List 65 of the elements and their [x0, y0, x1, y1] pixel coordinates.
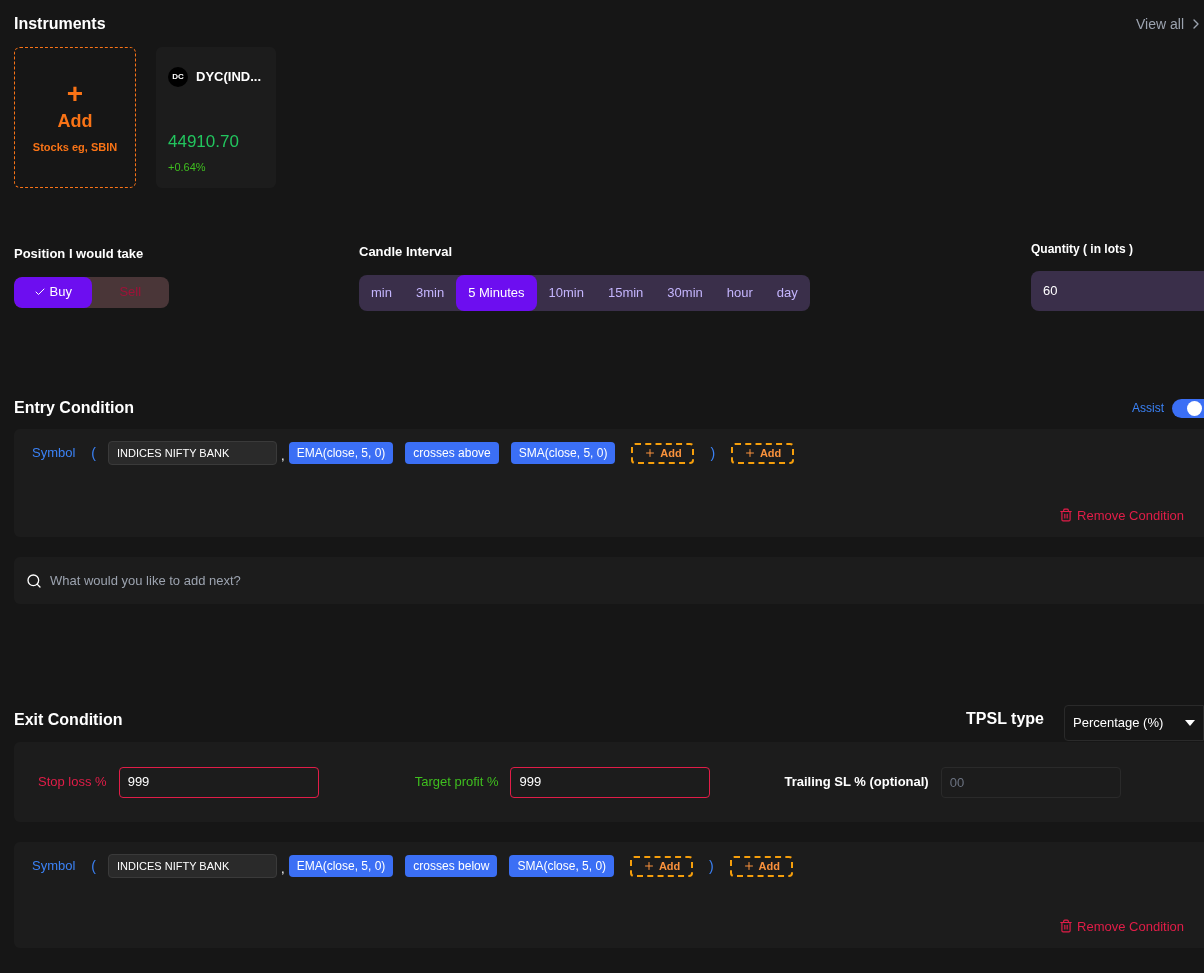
quantity-input[interactable]: 60	[1031, 271, 1204, 311]
parenthesis: (	[91, 856, 97, 876]
field-label: Candle Interval	[359, 243, 454, 261]
section-title: Exit Condition	[14, 710, 123, 730]
plus-icon	[742, 860, 755, 872]
symbol-field[interactable]: INDICES NIFTY BANK	[108, 441, 278, 465]
add-instrument-card[interactable]: + Add Stocks eg, SBIN	[14, 47, 136, 188]
target-profit-input[interactable]: 999	[510, 766, 711, 798]
remove-condition-button[interactable]: Remove Condition	[1059, 505, 1184, 525]
interval-tab[interactable]: 15min	[595, 274, 656, 311]
add-button[interactable]: Add	[731, 442, 795, 464]
tpsl-type-dropdown[interactable]: Percentage (%)	[1064, 705, 1204, 741]
assist-label: Assist	[1132, 400, 1164, 417]
caret-icon	[1185, 720, 1195, 726]
add-button[interactable]: Add	[631, 442, 695, 464]
tpsl-type-label: TPSL type	[966, 709, 1044, 729]
symbol-label: Symbol	[32, 857, 76, 876]
interval-tab[interactable]: 10min	[536, 274, 596, 311]
parenthesis: )	[709, 856, 714, 876]
comma: ,	[281, 859, 285, 878]
check-icon	[33, 286, 46, 298]
interval-tab[interactable]: day	[764, 274, 810, 311]
comma: ,	[281, 446, 285, 465]
instrument-card[interactable]: DC DYC(IND... 44910.70 +0.64%	[156, 47, 276, 188]
condition-chip[interactable]: crosses above	[405, 442, 499, 464]
instrument-logo: DC	[168, 67, 188, 87]
instrument-price: 44910.70	[168, 131, 240, 153]
trailing-sl-label: Trailing SL % (optional)	[784, 773, 929, 792]
condition-chip[interactable]: SMA(close, 5, 0)	[510, 442, 616, 464]
condition-chip[interactable]: EMA(close, 5, 0)	[288, 855, 394, 877]
field-label: Quantity ( in lots )	[1031, 241, 1134, 258]
target-profit-label: Target profit %	[414, 773, 499, 792]
field-label: Position I would take	[14, 245, 145, 263]
remove-condition-button[interactable]: Remove Condition	[1059, 916, 1184, 936]
section-title: Instruments	[14, 14, 106, 34]
interval-tab[interactable]: hour	[714, 274, 765, 311]
symbol-label: Symbol	[32, 444, 76, 463]
search-field[interactable]: What would you like to add next?	[14, 557, 1204, 604]
interval-tab[interactable]: 3min	[403, 274, 457, 311]
plus-icon	[743, 447, 756, 459]
trailing-sl-input[interactable]: 00	[940, 766, 1121, 798]
symbol-field[interactable]: INDICES NIFTY BANK	[108, 854, 278, 878]
interval-tab[interactable]: min	[359, 274, 404, 311]
plus-icon	[642, 860, 655, 872]
trash-icon	[1059, 508, 1074, 523]
condition-chip[interactable]: SMA(close, 5, 0)	[509, 855, 615, 877]
interval-tab[interactable]: 30min	[655, 274, 715, 311]
view-all-link[interactable]: View all	[1136, 13, 1204, 35]
position-toggle[interactable]: Buy	[14, 276, 92, 308]
trash-icon	[1059, 919, 1074, 934]
instrument-name: DYC(IND...	[196, 68, 261, 87]
condition-chip[interactable]: crosses below	[405, 855, 498, 877]
section-title: Entry Condition	[14, 398, 134, 418]
instrument-change: +0.64%	[168, 159, 207, 175]
add-button[interactable]: Add	[729, 855, 793, 877]
parenthesis: )	[710, 443, 716, 463]
add-button[interactable]: Add	[630, 855, 694, 877]
stop-loss-input[interactable]: 999	[118, 766, 319, 798]
assist-toggle[interactable]	[1172, 398, 1204, 418]
condition-chip[interactable]: EMA(close, 5, 0)	[288, 442, 394, 464]
stop-loss-label: Stop loss %	[38, 773, 107, 792]
interval-tab[interactable]: 5 Minutes	[456, 274, 537, 311]
plus-icon	[644, 447, 657, 459]
parenthesis: (	[91, 443, 97, 463]
search-icon	[26, 572, 42, 589]
